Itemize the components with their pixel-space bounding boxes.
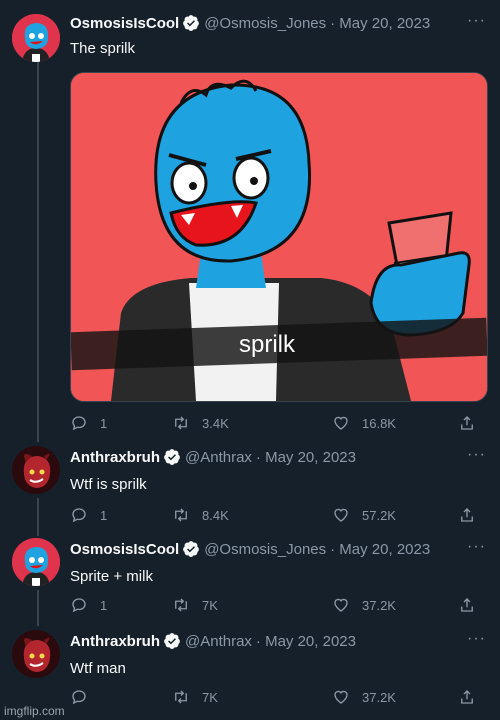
like-button[interactable]: 57.2K — [332, 506, 396, 524]
reply-button[interactable]: 1 — [70, 596, 107, 614]
share-button[interactable] — [458, 596, 488, 614]
tweet[interactable]: OsmosisIsCool @Osmosis_Jones · May 20, 2… — [0, 0, 500, 440]
tweet[interactable]: Anthraxbruh @Anthrax · May 20, 2023 ··· … — [0, 628, 500, 720]
avatar[interactable] — [12, 446, 60, 494]
verified-badge-icon — [164, 449, 180, 465]
verified-badge-icon — [183, 15, 200, 31]
more-options-icon[interactable]: ··· — [467, 12, 486, 30]
avatar[interactable] — [12, 630, 60, 678]
verified-badge-icon — [164, 633, 180, 649]
reply-icon — [72, 416, 86, 431]
tweet-media[interactable]: sprilk — [70, 72, 488, 402]
share-icon — [461, 508, 473, 522]
reply-icon — [72, 508, 86, 523]
tweet[interactable]: OsmosisIsCool @Osmosis_Jones · May 20, 2… — [0, 536, 500, 626]
like-count: 37.2K — [362, 689, 396, 705]
tweet-text: The sprilk — [70, 40, 136, 57]
retweet-icon — [175, 416, 187, 430]
avatar[interactable] — [12, 538, 60, 586]
like-count: 57.2K — [362, 507, 396, 523]
tweet-header: Anthraxbruh @Anthrax · May 20, 2023 — [70, 630, 356, 652]
display-name[interactable]: Anthraxbruh — [70, 449, 160, 466]
handle[interactable]: @Anthrax — [185, 633, 252, 650]
heart-icon — [334, 690, 348, 704]
handle[interactable]: @Anthrax — [185, 449, 252, 466]
timestamp[interactable]: · May 20, 2023 — [330, 541, 430, 558]
like-count: 16.8K — [362, 415, 396, 431]
timestamp[interactable]: · May 20, 2023 — [256, 449, 356, 466]
heart-icon — [334, 416, 348, 430]
retweet-count: 8.4K — [202, 507, 229, 523]
display-name[interactable]: Anthraxbruh — [70, 633, 160, 650]
retweet-count: 7K — [202, 597, 218, 613]
more-options-icon[interactable]: ··· — [467, 630, 486, 648]
reply-button[interactable]: 1 — [70, 506, 107, 524]
reply-count: 1 — [100, 415, 108, 431]
reply-button[interactable]: 1 — [70, 414, 107, 432]
retweet-button[interactable]: 7K — [172, 596, 218, 614]
reply-count: 1 — [100, 507, 108, 523]
retweet-icon — [175, 508, 187, 522]
heart-icon — [334, 598, 348, 612]
reply-button[interactable] — [70, 688, 100, 706]
retweet-count: 3.4K — [202, 415, 229, 431]
retweet-button[interactable]: 8.4K — [172, 506, 229, 524]
like-button[interactable]: 16.8K — [332, 414, 396, 432]
handle[interactable]: @Osmosis_Jones — [204, 541, 326, 558]
tweet-text: Wtf is sprilk — [70, 476, 147, 493]
share-icon — [461, 416, 473, 430]
retweet-icon — [175, 690, 187, 704]
media-caption: sprilk — [239, 331, 296, 358]
tweet-actions: 7K 37.2K — [70, 688, 480, 708]
tweet-header: OsmosisIsCool @Osmosis_Jones · May 20, 2… — [70, 538, 430, 560]
timestamp[interactable]: · May 20, 2023 — [256, 633, 356, 650]
tweet-text: Wtf man — [70, 660, 126, 677]
watermark: imgflip.com — [4, 704, 65, 718]
like-button[interactable]: 37.2K — [332, 688, 396, 706]
avatar[interactable] — [12, 14, 60, 62]
reply-count: 1 — [100, 597, 108, 613]
tweet[interactable]: Anthraxbruh @Anthrax · May 20, 2023 ··· … — [0, 442, 500, 534]
tweet-text: Sprite + milk — [70, 568, 153, 585]
heart-icon — [334, 508, 348, 522]
share-button[interactable] — [458, 506, 488, 524]
tweet-header: Anthraxbruh @Anthrax · May 20, 2023 — [70, 446, 356, 468]
tweet-header: OsmosisIsCool @Osmosis_Jones · May 20, 2… — [70, 12, 430, 34]
verified-badge-icon — [183, 541, 200, 557]
more-options-icon[interactable]: ··· — [467, 538, 486, 556]
more-options-icon[interactable]: ··· — [467, 446, 486, 464]
tweet-actions: 1 8.4K 57.2K — [70, 506, 480, 526]
retweet-button[interactable]: 3.4K — [172, 414, 229, 432]
reply-icon — [72, 690, 86, 705]
timestamp[interactable]: · May 20, 2023 — [330, 15, 430, 32]
tweet-actions: 1 3.4K 16.8K — [70, 414, 480, 434]
share-icon — [461, 598, 473, 612]
handle[interactable]: @Osmosis_Jones — [204, 15, 326, 32]
tweet-actions: 1 7K 37.2K — [70, 596, 480, 616]
retweet-icon — [175, 598, 187, 612]
like-count: 37.2K — [362, 597, 396, 613]
reply-icon — [72, 598, 86, 613]
share-button[interactable] — [458, 688, 488, 706]
share-icon — [461, 690, 473, 704]
retweet-button[interactable]: 7K — [172, 688, 218, 706]
share-button[interactable] — [458, 414, 488, 432]
sprilk-image: sprilk — [71, 73, 487, 401]
display-name[interactable]: OsmosisIsCool — [70, 15, 179, 32]
display-name[interactable]: OsmosisIsCool — [70, 541, 179, 558]
like-button[interactable]: 37.2K — [332, 596, 396, 614]
retweet-count: 7K — [202, 689, 218, 705]
